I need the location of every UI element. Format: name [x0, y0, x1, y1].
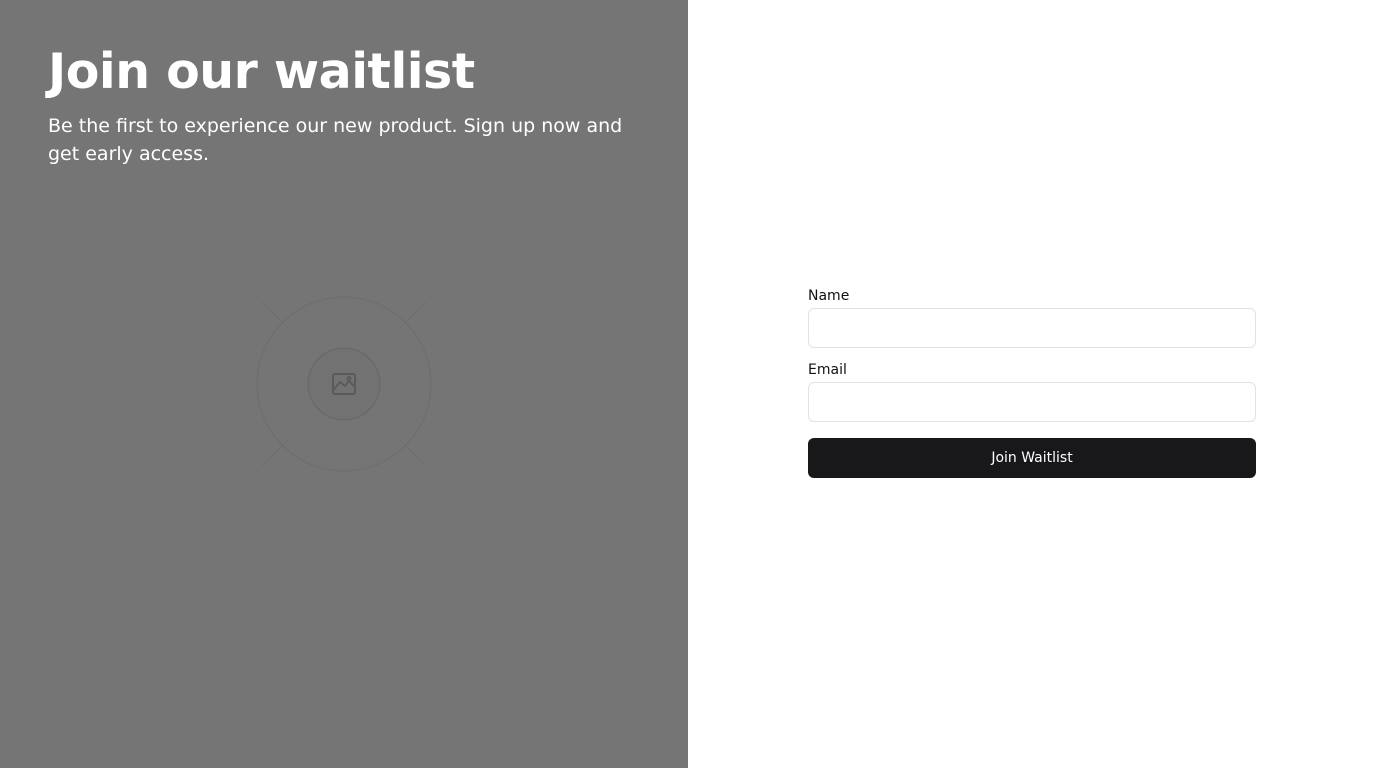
name-label: Name	[808, 288, 850, 304]
hero-panel: Join our waitlist Be the first to experi…	[0, 0, 688, 768]
waitlist-form: Name Email Join Waitlist	[808, 286, 1256, 478]
name-field-group: Name	[808, 286, 1256, 348]
hero-subtitle: Be the first to experience our new produ…	[48, 115, 623, 165]
signup-panel: Name Email Join Waitlist	[688, 0, 1376, 768]
email-field-group: Email	[808, 360, 1256, 422]
join-waitlist-button[interactable]: Join Waitlist	[808, 438, 1256, 478]
waitlist-page: Join our waitlist Be the first to experi…	[0, 0, 1376, 768]
name-input[interactable]	[808, 308, 1256, 348]
email-input[interactable]	[808, 382, 1256, 422]
hero-title: Join our waitlist	[48, 43, 475, 100]
image-placeholder	[224, 264, 464, 504]
email-label: Email	[808, 362, 847, 378]
